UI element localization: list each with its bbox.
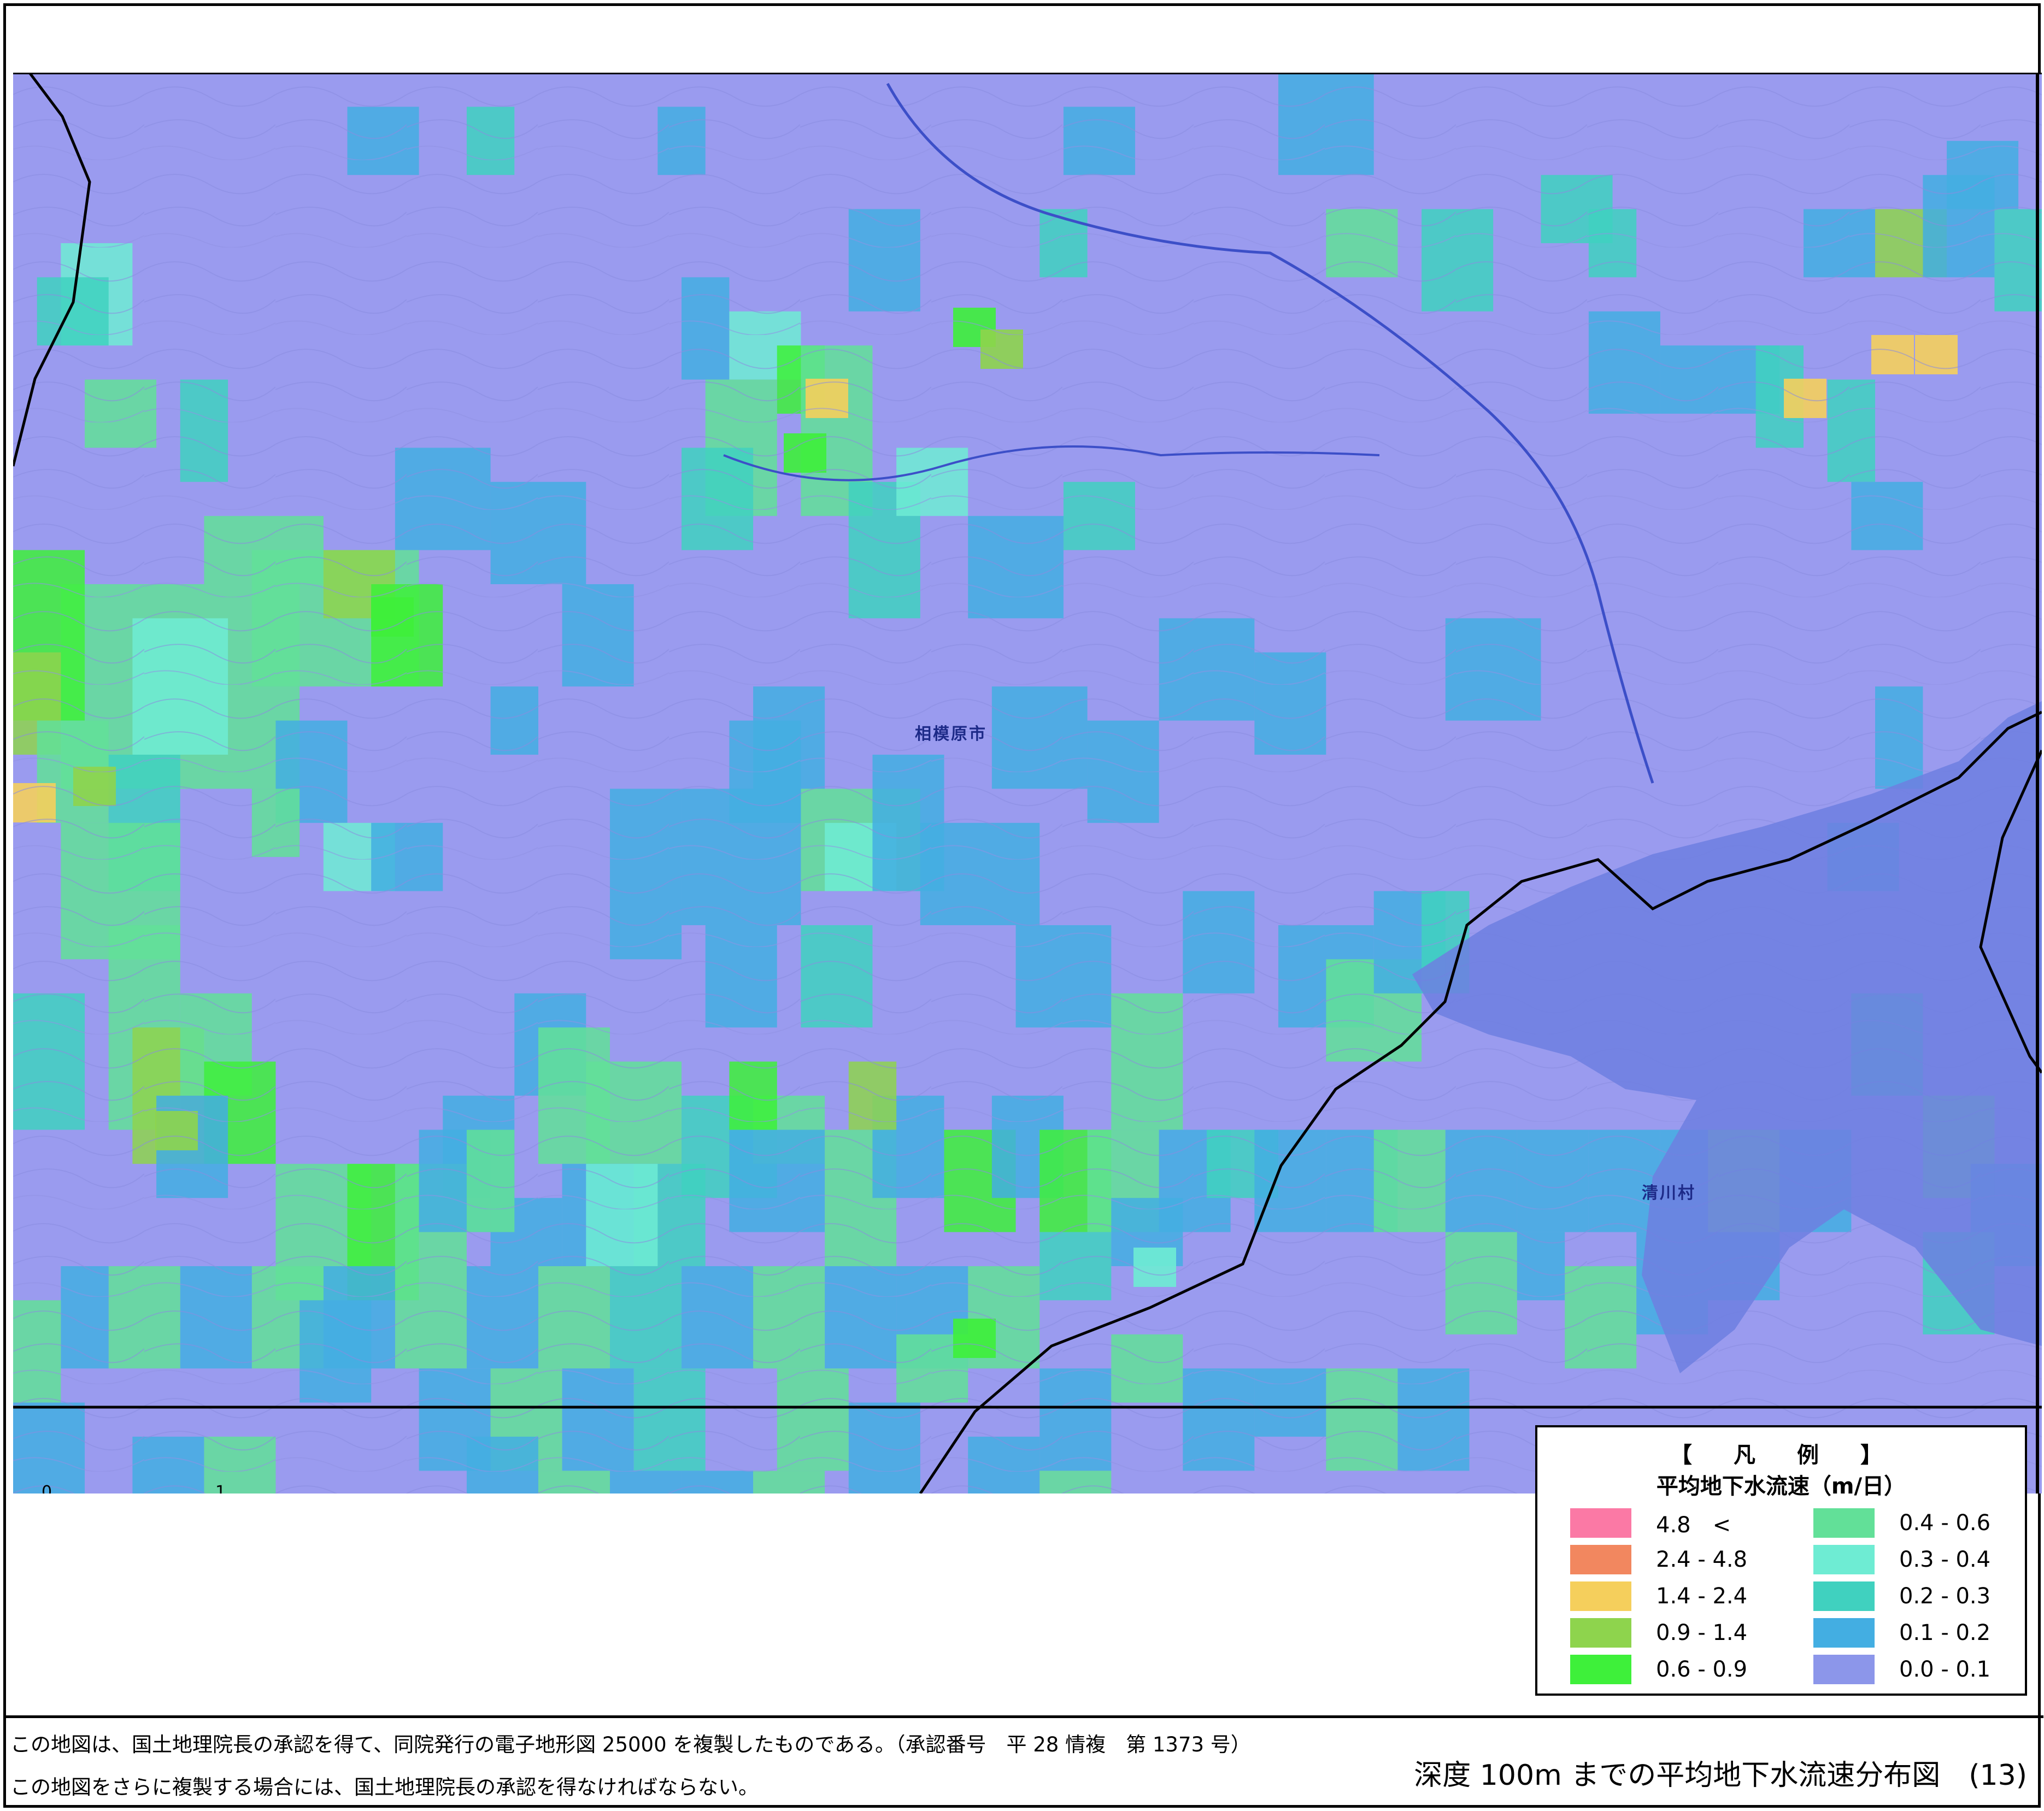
legend-swatch (1813, 1618, 1875, 1648)
scale-end-label: 1 (215, 1483, 226, 1494)
flow-velocity-map: 相模原市 清川村 0 1 km (13, 73, 2042, 1494)
legend-item: 4.8 < (1570, 1508, 1731, 1538)
legend-item: 0.2 - 0.3 (1813, 1581, 1990, 1611)
legend-label: 2.4 - 4.8 (1656, 1547, 1748, 1572)
legend-label: 0.3 - 0.4 (1899, 1547, 1991, 1572)
figure-title: 深度 100m までの平均地下水流速分布図 (13) (1414, 1759, 2027, 1792)
map-sheet: 相模原市 清川村 0 1 km 【 凡 例 】 平均地下水流速（m/日） 4.8… (3, 3, 2043, 1810)
legend-label: 0.6 - 0.9 (1656, 1657, 1748, 1682)
scale-start-label: 0 (42, 1483, 52, 1494)
legend-swatch (1570, 1655, 1631, 1684)
legend-swatch (1570, 1508, 1631, 1538)
legend-item: 0.6 - 0.9 (1570, 1655, 1747, 1684)
legend-item: 0.0 - 0.1 (1813, 1655, 1990, 1684)
legend-swatch (1570, 1618, 1631, 1648)
legend-subtitle: 平均地下水流速（m/日） (1656, 1474, 1906, 1499)
legend-item: 0.4 - 0.6 (1813, 1508, 1990, 1538)
legend-item: 0.3 - 0.4 (1813, 1545, 1990, 1574)
legend-label: 0.4 - 0.6 (1899, 1510, 1991, 1536)
copyright-note-line-2: この地図をさらに複製する場合には、国土地理院長の承認を得なければならない。 (10, 1775, 759, 1799)
legend-item: 2.4 - 4.8 (1570, 1545, 1747, 1574)
place-label-sagamihara: 相模原市 (915, 725, 987, 744)
legend-item: 1.4 - 2.4 (1570, 1581, 1747, 1611)
legend-swatch (1813, 1581, 1875, 1611)
legend-swatch (1813, 1545, 1875, 1574)
footer: この地図は、国土地理院長の承認を得て、同院発行の電子地形図 25000 を複製し… (6, 1715, 2043, 1810)
map-canvas (13, 73, 2042, 1494)
legend-label: 0.0 - 0.1 (1899, 1657, 1991, 1682)
legend-label: 1.4 - 2.4 (1656, 1584, 1748, 1609)
legend-item: 0.9 - 1.4 (1570, 1618, 1747, 1648)
scale-bar: 0 1 km (40, 1483, 237, 1494)
place-label-kiyokawa: 清川村 (1642, 1184, 1696, 1203)
legend-label: 0.1 - 0.2 (1899, 1620, 1991, 1645)
legend-swatch (1570, 1545, 1631, 1574)
copyright-note-line-1: この地図は、国土地理院長の承認を得て、同院発行の電子地形図 25000 を複製し… (10, 1733, 1251, 1756)
legend-label: 0.9 - 1.4 (1656, 1620, 1748, 1645)
legend: 【 凡 例 】 平均地下水流速（m/日） 4.8 < 2.4 - 4.8 1.4 -… (1535, 1425, 2027, 1696)
legend-swatch (1813, 1508, 1875, 1538)
legend-swatch (1813, 1655, 1875, 1684)
legend-label: 4.8 < (1656, 1513, 1731, 1538)
legend-item: 0.1 - 0.2 (1813, 1618, 1990, 1648)
legend-title: 【 凡 例 】 (1670, 1443, 1892, 1468)
legend-swatch (1570, 1581, 1631, 1611)
legend-label: 0.2 - 0.3 (1899, 1584, 1991, 1609)
